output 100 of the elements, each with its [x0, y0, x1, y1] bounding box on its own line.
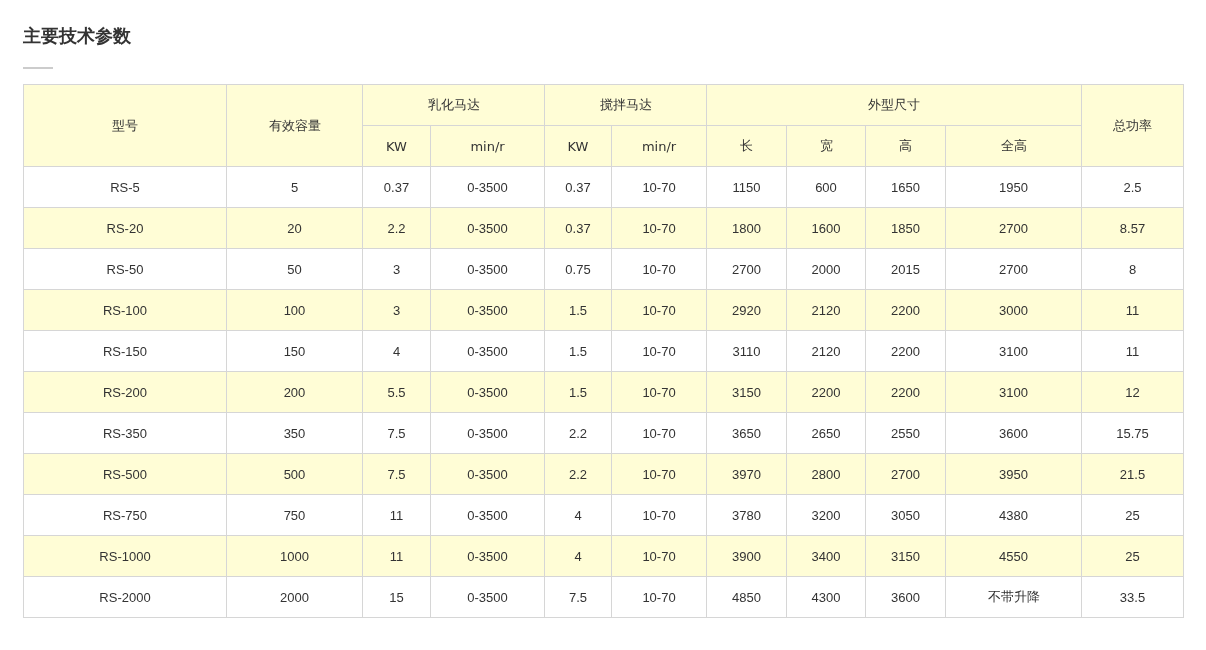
- header-cell: 宽: [786, 125, 866, 167]
- table-cell: 3900: [706, 535, 787, 577]
- table-cell: 0-3500: [430, 248, 545, 290]
- table-cell: 10-70: [611, 576, 707, 618]
- table-cell: 0.37: [362, 166, 431, 208]
- table-cell: 3000: [945, 289, 1082, 331]
- table-cell: 2.2: [544, 453, 612, 495]
- table-cell: 3600: [945, 412, 1082, 454]
- table-cell: 11: [1081, 330, 1184, 372]
- table-cell: 10-70: [611, 371, 707, 413]
- table-cell: 2200: [865, 330, 946, 372]
- table-cell: RS-500: [23, 453, 227, 495]
- table-cell: 10-70: [611, 412, 707, 454]
- table-cell: 21.5: [1081, 453, 1184, 495]
- table-cell: 2120: [786, 289, 866, 331]
- table-cell: 2700: [865, 453, 946, 495]
- table-cell: 10-70: [611, 166, 707, 208]
- table-cell: 0.75: [544, 248, 612, 290]
- table-cell: 1150: [706, 166, 787, 208]
- table-cell: RS-20: [23, 207, 227, 249]
- table-cell: RS-350: [23, 412, 227, 454]
- table-cell: 1850: [865, 207, 946, 249]
- table-cell: 10-70: [611, 453, 707, 495]
- section-title: 主要技术参数: [23, 24, 131, 48]
- table-cell: RS-1000: [23, 535, 227, 577]
- header-cell: KW: [544, 125, 612, 167]
- header-cell: 有效容量: [226, 84, 363, 167]
- table-cell: 3200: [786, 494, 866, 536]
- table-cell: 10-70: [611, 289, 707, 331]
- table-cell: 600: [786, 166, 866, 208]
- table-cell: 10-70: [611, 248, 707, 290]
- table-cell: 33.5: [1081, 576, 1184, 618]
- table-cell: 20: [226, 207, 363, 249]
- table-cell: 0-3500: [430, 166, 545, 208]
- header-cell: 总功率: [1081, 84, 1184, 167]
- table-cell: 11: [1081, 289, 1184, 331]
- table-cell: 100: [226, 289, 363, 331]
- table-cell: 350: [226, 412, 363, 454]
- header-cell: 全高: [945, 125, 1082, 167]
- table-cell: 500: [226, 453, 363, 495]
- table-cell: 2800: [786, 453, 866, 495]
- table-cell: 12: [1081, 371, 1184, 413]
- table-cell: 1.5: [544, 330, 612, 372]
- table-cell: 不带升降: [945, 576, 1082, 618]
- table-cell: 750: [226, 494, 363, 536]
- table-cell: 2700: [945, 207, 1082, 249]
- table-cell: 2200: [865, 371, 946, 413]
- table-cell: 5: [226, 166, 363, 208]
- table-cell: 150: [226, 330, 363, 372]
- table-cell: 3150: [706, 371, 787, 413]
- table-cell: 3970: [706, 453, 787, 495]
- table-cell: 2700: [945, 248, 1082, 290]
- table-cell: 0-3500: [430, 453, 545, 495]
- table-cell: 15.75: [1081, 412, 1184, 454]
- table-cell: 1800: [706, 207, 787, 249]
- table-cell: RS-50: [23, 248, 227, 290]
- table-cell: 1950: [945, 166, 1082, 208]
- table-cell: RS-100: [23, 289, 227, 331]
- table-cell: 2200: [865, 289, 946, 331]
- table-cell: 2.5: [1081, 166, 1184, 208]
- table-cell: 8: [1081, 248, 1184, 290]
- header-cell: 高: [865, 125, 946, 167]
- table-cell: RS-150: [23, 330, 227, 372]
- table-cell: 2000: [226, 576, 363, 618]
- table-cell: 7.5: [362, 453, 431, 495]
- table-cell: 10-70: [611, 535, 707, 577]
- table-cell: 0-3500: [430, 412, 545, 454]
- table-cell: 0.37: [544, 207, 612, 249]
- table-cell: 0-3500: [430, 494, 545, 536]
- table-cell: 7.5: [362, 412, 431, 454]
- table-cell: 3650: [706, 412, 787, 454]
- table-cell: 25: [1081, 535, 1184, 577]
- table-cell: 4380: [945, 494, 1082, 536]
- table-cell: RS-2000: [23, 576, 227, 618]
- table-cell: 0-3500: [430, 289, 545, 331]
- table-cell: RS-5: [23, 166, 227, 208]
- table-cell: 3050: [865, 494, 946, 536]
- table-cell: 2200: [786, 371, 866, 413]
- table-cell: 8.57: [1081, 207, 1184, 249]
- header-cell: 外型尺寸: [706, 84, 1082, 126]
- table-cell: 5.5: [362, 371, 431, 413]
- table-cell: 0-3500: [430, 576, 545, 618]
- table-cell: 0-3500: [430, 371, 545, 413]
- table-cell: 4: [544, 535, 612, 577]
- table-cell: 2920: [706, 289, 787, 331]
- header-cell: 搅拌马达: [544, 84, 707, 126]
- table-cell: 3: [362, 289, 431, 331]
- header-cell: min/r: [430, 125, 545, 167]
- table-cell: 200: [226, 371, 363, 413]
- table-cell: 0.37: [544, 166, 612, 208]
- table-cell: 2120: [786, 330, 866, 372]
- table-cell: 7.5: [544, 576, 612, 618]
- table-cell: 10-70: [611, 494, 707, 536]
- table-cell: 4850: [706, 576, 787, 618]
- table-cell: 3600: [865, 576, 946, 618]
- table-cell: 11: [362, 494, 431, 536]
- table-cell: 2.2: [362, 207, 431, 249]
- table-cell: 25: [1081, 494, 1184, 536]
- table-cell: 15: [362, 576, 431, 618]
- table-cell: 50: [226, 248, 363, 290]
